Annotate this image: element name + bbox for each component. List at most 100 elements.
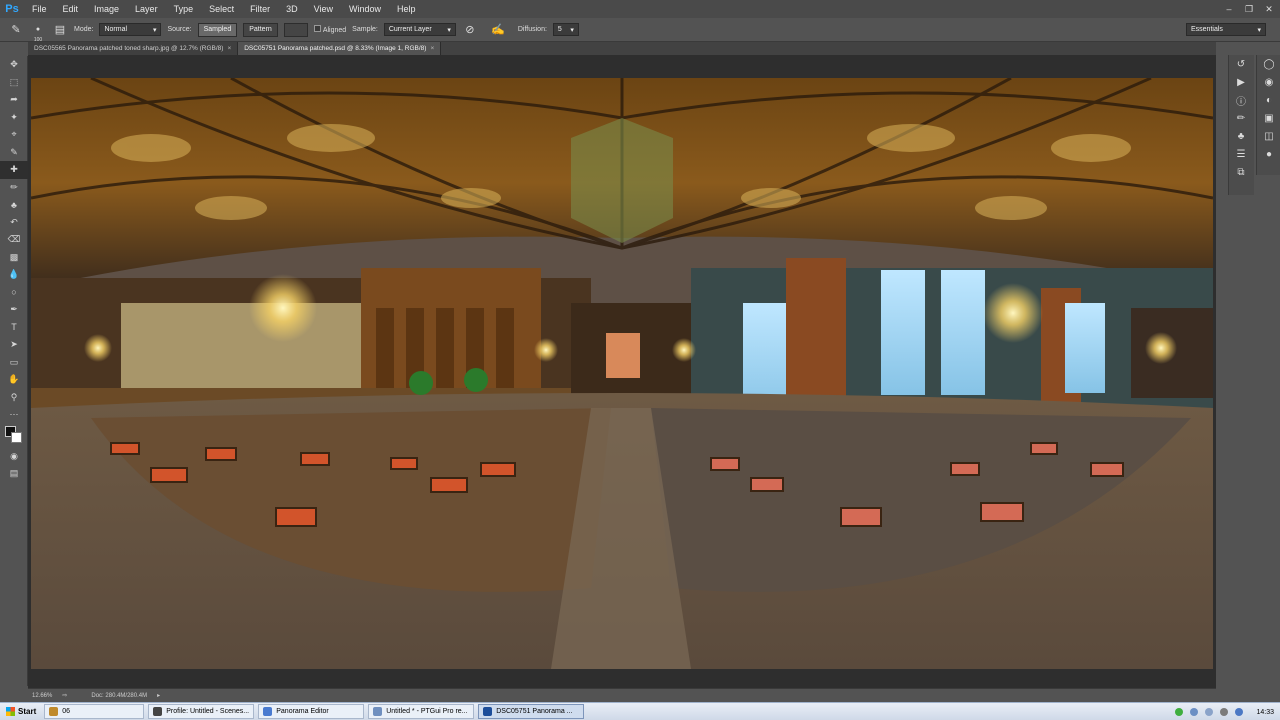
- healing-brush-tool-icon[interactable]: ✎: [8, 22, 24, 38]
- export-icon[interactable]: ⇨: [62, 692, 67, 699]
- mode-select[interactable]: Normal ▾: [99, 23, 162, 36]
- document-canvas-area[interactable]: [28, 55, 1216, 688]
- history-panel-icon[interactable]: ↺: [1229, 55, 1253, 73]
- document-tab-bar: DSC05565 Panorama patched toned sharp.jp…: [28, 42, 1216, 55]
- panorama-image[interactable]: [31, 78, 1213, 669]
- pen-tool-icon[interactable]: ✒: [0, 301, 28, 319]
- adjust-panel-icon[interactable]: ☰: [1229, 145, 1253, 163]
- path-select-tool-icon[interactable]: ➤: [0, 336, 28, 354]
- quick-mask-icon[interactable]: ◉: [0, 448, 28, 466]
- pattern-picker[interactable]: [283, 22, 308, 37]
- swatches-panel-icon[interactable]: ◉: [1257, 73, 1280, 91]
- aligned-checkbox[interactable]: Aligned: [313, 25, 347, 34]
- move-tool-icon[interactable]: ✥: [0, 56, 28, 74]
- background-color-swatch[interactable]: [11, 431, 22, 443]
- source-sampled-button[interactable]: Sampled: [197, 22, 238, 37]
- menu-filter[interactable]: Filter: [242, 0, 278, 18]
- taskbar-item-photoshop[interactable]: DSC05751 Panorama ...: [478, 704, 585, 719]
- menu-select[interactable]: Select: [201, 0, 242, 18]
- aligned-label: Aligned: [322, 27, 347, 34]
- close-icon[interactable]: ×: [227, 45, 231, 52]
- taskbar-item-ptgui[interactable]: Untitled * - PTGui Pro re...: [368, 704, 475, 719]
- channels-panel-icon[interactable]: ●: [1257, 145, 1280, 163]
- workspace-select[interactable]: Essentials ▾: [1186, 23, 1266, 36]
- lasso-tool-icon[interactable]: ➦: [0, 91, 28, 109]
- menu-file[interactable]: File: [24, 0, 55, 18]
- rectangle-tool-icon[interactable]: ▭: [0, 354, 28, 372]
- mode-label: Mode:: [74, 26, 94, 33]
- adjustments-panel-icon[interactable]: ◐: [1257, 91, 1280, 109]
- close-icon[interactable]: ×: [430, 45, 434, 52]
- sample-value: Current Layer: [388, 26, 432, 33]
- info-panel-icon[interactable]: ⓘ: [1229, 91, 1253, 109]
- clone-source-icon[interactable]: ♣: [1229, 127, 1253, 145]
- brush-dot-icon: ●: [35, 25, 41, 33]
- menu-layer[interactable]: Layer: [127, 0, 166, 18]
- vertical-scrollbar[interactable]: [1216, 55, 1228, 688]
- tray-volume-icon[interactable]: [1205, 708, 1214, 716]
- hand-tool-icon[interactable]: ✋: [0, 371, 28, 389]
- menu-window[interactable]: Window: [341, 0, 389, 18]
- brush-tool-icon[interactable]: ✏: [0, 179, 28, 197]
- crop-tool-icon[interactable]: ⌖: [0, 126, 28, 144]
- taskbar-item-profile[interactable]: Profile: Untitled - Scenes...: [148, 704, 255, 719]
- brush-size-picker[interactable]: ● 100: [30, 22, 46, 43]
- zoom-level[interactable]: 12.66%: [32, 693, 52, 699]
- marquee-tool-icon[interactable]: ⬚: [0, 74, 28, 92]
- tray-network-icon[interactable]: [1190, 708, 1199, 716]
- ignore-adjustment-icon[interactable]: ⊘: [462, 22, 478, 38]
- more-tools-icon[interactable]: ⋯: [0, 406, 28, 424]
- zoom-tool-icon[interactable]: ⚲: [0, 389, 28, 407]
- panorama-artwork: [31, 78, 1213, 669]
- blur-tool-icon[interactable]: 💧: [0, 266, 28, 284]
- type-tool-icon[interactable]: T: [0, 319, 28, 337]
- taskbar-item-panorama-editor[interactable]: Panorama Editor: [258, 704, 365, 719]
- workspace-value: Essentials: [1191, 26, 1223, 33]
- menu-edit[interactable]: Edit: [55, 0, 87, 18]
- color-panel-icon[interactable]: ◯: [1257, 55, 1280, 73]
- chevron-right-icon[interactable]: ▸: [157, 692, 160, 699]
- document-tab[interactable]: DSC05565 Panorama patched toned sharp.jp…: [28, 42, 239, 55]
- restore-icon[interactable]: ❐: [1244, 4, 1254, 14]
- dodge-tool-icon[interactable]: ○: [0, 284, 28, 302]
- menu-bar: Ps File Edit Image Layer Type Select Fil…: [0, 0, 1280, 18]
- tray-bluetooth-icon[interactable]: [1235, 708, 1244, 716]
- clone-stamp-tool-icon[interactable]: ♣: [0, 196, 28, 214]
- eyedropper-tool-icon[interactable]: ✎: [0, 144, 28, 162]
- diffusion-label: Diffusion:: [517, 26, 547, 33]
- menu-3d[interactable]: 3D: [278, 0, 306, 18]
- tray-status-icon[interactable]: [1175, 708, 1184, 716]
- menu-view[interactable]: View: [306, 0, 341, 18]
- menu-image[interactable]: Image: [86, 0, 127, 18]
- actions-play-icon[interactable]: ▶: [1229, 73, 1253, 91]
- sample-select[interactable]: Current Layer ▾: [383, 23, 456, 36]
- app-icon: [153, 707, 163, 716]
- start-button[interactable]: Start: [0, 704, 42, 720]
- minimize-icon[interactable]: –: [1224, 4, 1234, 14]
- screen-mode-icon[interactable]: ▤: [0, 465, 28, 483]
- quick-select-tool-icon[interactable]: ✦: [0, 109, 28, 127]
- diffusion-select[interactable]: 5 ▾: [552, 23, 579, 36]
- paths-panel-icon[interactable]: ⧉: [1229, 163, 1253, 181]
- tray-app-icon[interactable]: [1220, 708, 1229, 716]
- close-icon[interactable]: ✕: [1264, 4, 1274, 14]
- taskbar-item-bridge[interactable]: 06: [44, 704, 145, 719]
- healing-brush-tool-icon[interactable]: ✚: [0, 161, 28, 179]
- brush-panel-icon[interactable]: ▤: [52, 22, 68, 38]
- pressure-size-icon[interactable]: ✍: [490, 22, 506, 38]
- menu-type[interactable]: Type: [166, 0, 202, 18]
- photoshop-icon: [483, 707, 493, 716]
- eraser-tool-icon[interactable]: ⌫: [0, 231, 28, 249]
- source-pattern-button[interactable]: Pattern: [243, 22, 278, 37]
- taskbar-clock[interactable]: 14:33: [1256, 709, 1274, 716]
- mode-value: Normal: [104, 26, 128, 33]
- menu-help[interactable]: Help: [389, 0, 424, 18]
- color-swatches[interactable]: [0, 424, 27, 448]
- gradient-tool-icon[interactable]: ▩: [0, 249, 28, 267]
- layers-panel-icon[interactable]: ◫: [1257, 127, 1280, 145]
- document-tab-active[interactable]: DSC05751 Panorama patched.psd @ 8.33% (I…: [238, 42, 442, 55]
- status-bar: 12.66% ⇨ Doc: 280.4M/280.4M ▸: [28, 688, 1216, 702]
- history-brush-tool-icon[interactable]: ↶: [0, 214, 28, 232]
- brush-presets-icon[interactable]: ✏: [1229, 109, 1253, 127]
- styles-panel-icon[interactable]: ▣: [1257, 109, 1280, 127]
